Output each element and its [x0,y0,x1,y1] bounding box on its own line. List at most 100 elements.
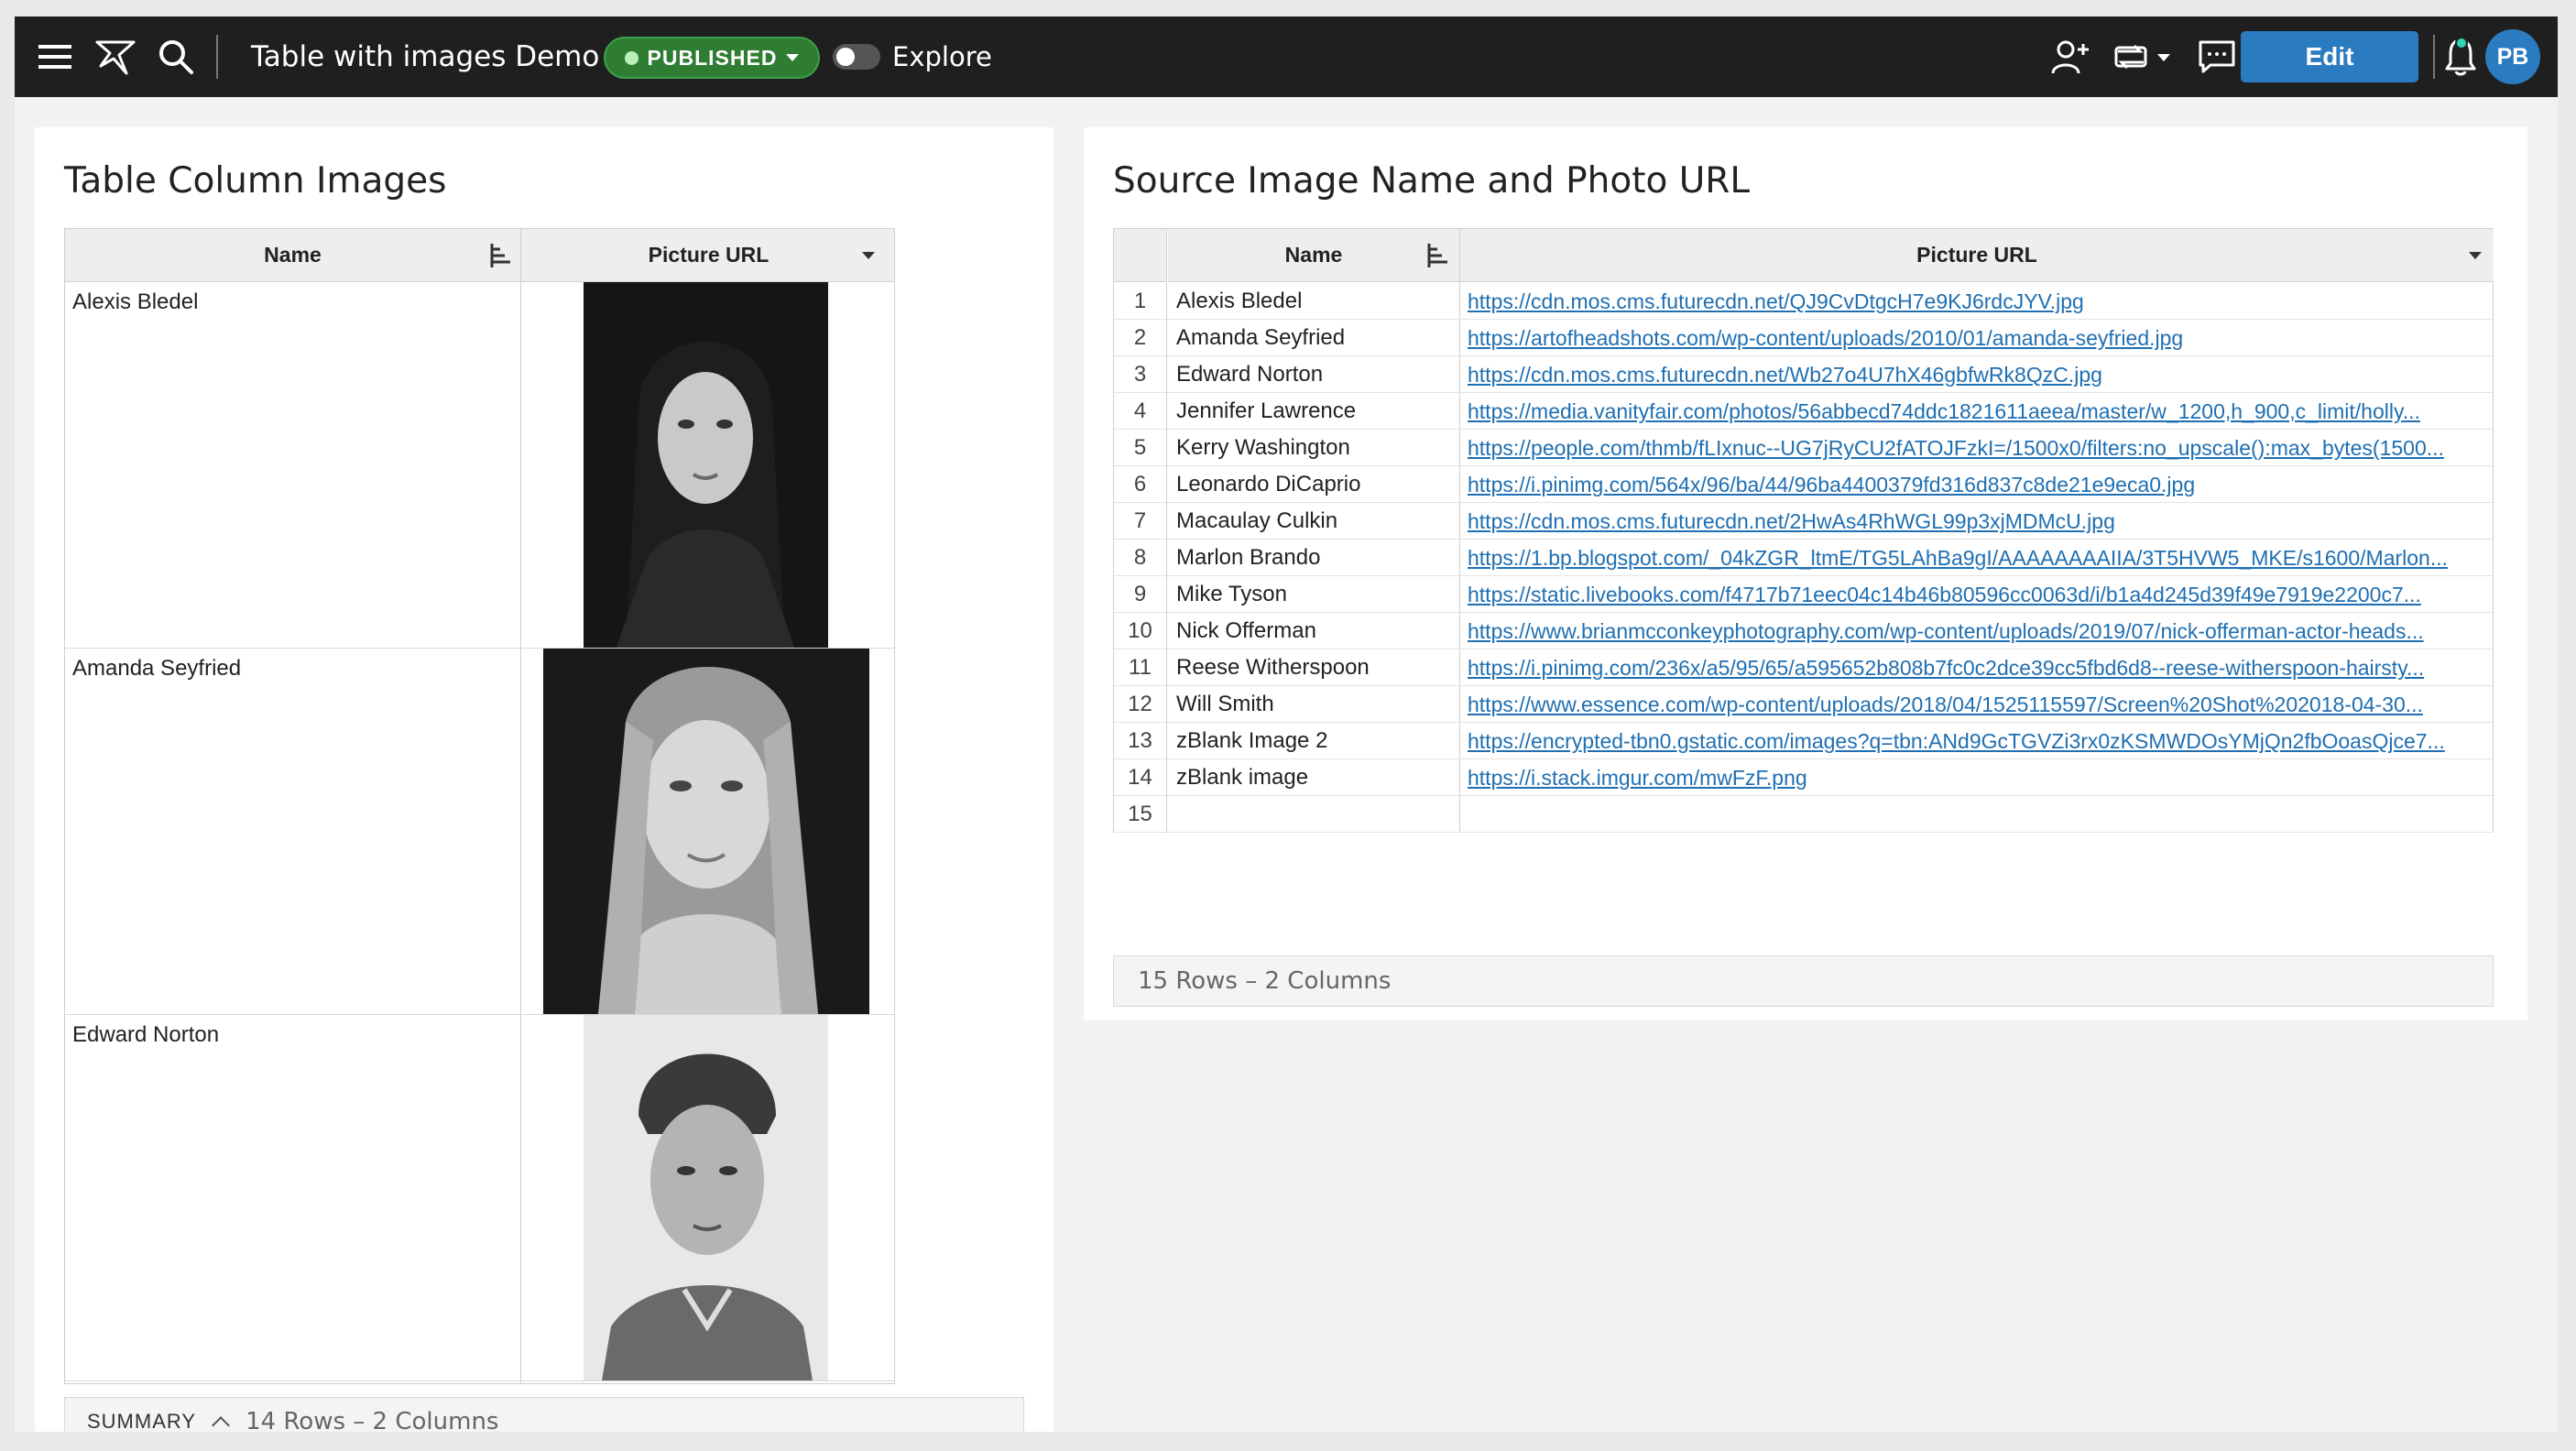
table-row[interactable]: 7 Macaulay Culkin https://cdn.mos.cms.futu… [1114,503,2493,540]
table-row[interactable]: 1 Alexis Bledel https://cdn.mos.cms.future… [1114,283,2493,320]
cell-name: Reese Witherspoon [1176,655,1370,680]
row-number: 3 [1114,356,1167,393]
cell-name: Jennifer Lawrence [1176,398,1357,423]
status-label: PUBLISHED [647,45,778,70]
explore-toggle[interactable] [833,44,880,70]
cell-picture-url-link[interactable]: https://static.livebooks.com/f4717b71eec… [1468,576,2486,613]
row-number: 15 [1114,796,1167,833]
edit-button[interactable]: Edit [2241,31,2418,82]
table-row[interactable]: 14 zBlank image https://i.stack.imgur.com/… [1114,759,2493,796]
cell-name: Amanda Seyfried [72,656,242,681]
cell-picture-url-link[interactable] [1468,796,2486,833]
table-row[interactable]: 11 Reese Witherspoon https://i.pinimg.com/… [1114,649,2493,686]
explore-label: Explore [892,41,992,72]
panel-title: Source Image Name and Photo URL [1113,160,1751,202]
cell-name: Macaulay Culkin [1176,508,1338,533]
search-icon[interactable] [148,29,203,84]
cell-picture-url-link[interactable]: https://i.pinimg.com/564x/96/ba/44/96ba4… [1468,466,2486,503]
status-dot-icon [624,50,639,65]
sort-icon[interactable] [1422,239,1455,272]
panel-title: Table Column Images [64,160,447,202]
cell-picture-url-link[interactable]: https://1.bp.blogspot.com/_04kZGR_ltmE/T… [1468,540,2486,576]
summary-bar[interactable]: SUMMARY 14 Rows – 2 Columns [64,1397,1024,1432]
document-title: Table with images Demo [251,40,600,73]
row-number: 4 [1114,393,1167,430]
chevron-down-icon [786,54,800,61]
table-row[interactable]: 8 Marlon Brando https://1.bp.blogspot.com/… [1114,540,2493,576]
share-user-icon[interactable] [2043,29,2098,84]
table-row[interactable]: 15 [1114,796,2493,833]
table-row[interactable]: 13 zBlank Image 2 https://encrypted-tbn0.g… [1114,723,2493,759]
status-badge[interactable]: PUBLISHED [604,37,820,79]
cell-name: Nick Offerman [1176,618,1316,643]
app-logo-icon[interactable] [88,29,143,84]
cell-picture-url-link[interactable]: https://encrypted-tbn0.gstatic.com/image… [1468,723,2486,759]
row-number: 7 [1114,503,1167,540]
cell-name: Marlon Brando [1176,545,1321,570]
cell-picture-url-link[interactable]: https://cdn.mos.cms.futurecdn.net/2HwAs4… [1468,503,2486,540]
cell-picture-url-link[interactable]: https://i.stack.imgur.com/mwFzF.png [1468,759,2486,796]
cell-picture-url-link[interactable]: https://cdn.mos.cms.futurecdn.net/Wb27o4… [1468,356,2486,393]
image-table: Name Picture URL Alexis Bledel Amanda Se… [64,228,895,1384]
chevron-up-icon[interactable] [212,1416,230,1432]
comment-icon[interactable] [2189,29,2244,84]
cell-name: Alexis Bledel [1176,289,1303,313]
column-header-name[interactable]: Name [1168,229,1459,282]
avatar[interactable]: PB [2485,29,2540,84]
row-number: 10 [1114,613,1167,649]
source-table-panel: Source Image Name and Photo URL Name Pic… [1084,127,2527,1020]
row-number: 14 [1114,759,1167,796]
table-row[interactable]: Amanda Seyfried [65,649,894,1015]
sort-icon[interactable] [485,239,518,272]
document-title-dropdown[interactable]: Table with images Demo [251,37,626,77]
cell-picture-url-link[interactable]: https://www.essence.com/wp-content/uploa… [1468,686,2486,723]
table-row[interactable]: 5 Kerry Washington https://people.com/thmb… [1114,430,2493,466]
table-row[interactable]: 10 Nick Offerman https://www.brianmcconkey… [1114,613,2493,649]
cell-name: Mike Tyson [1176,582,1287,606]
table-row[interactable]: 2 Amanda Seyfried https://artofheadshots.c… [1114,320,2493,356]
chevron-down-icon[interactable] [2469,252,2482,259]
row-number-header [1114,229,1167,282]
cell-picture-url-link[interactable]: https://cdn.mos.cms.futurecdn.net/QJ9CvD… [1468,283,2486,320]
cell-name: Kerry Washington [1176,435,1350,460]
row-number: 12 [1114,686,1167,723]
chevron-down-icon[interactable] [862,252,875,259]
table-row[interactable]: 9 Mike Tyson https://static.livebooks.com/… [1114,576,2493,613]
source-table: Name Picture URL 1 Alexis Bledel https://c… [1113,228,2494,833]
row-number: 13 [1114,723,1167,759]
notification-indicator [2455,37,2468,49]
row-number: 6 [1114,466,1167,503]
refresh-icon[interactable] [2103,29,2158,84]
cell-picture-url-link[interactable]: https://i.pinimg.com/236x/a5/95/65/a5956… [1468,649,2486,686]
cell-name: Alexis Bledel [72,289,199,314]
cell-picture-url-link[interactable]: https://people.com/thmb/fLIxnuc--UG7jRyC… [1468,430,2486,466]
summary-label: SUMMARY [87,1410,197,1432]
table-row[interactable]: 3 Edward Norton https://cdn.mos.cms.future… [1114,356,2493,393]
row-number: 9 [1114,576,1167,613]
table-row[interactable]: 6 Leonardo DiCaprio https://i.pinimg.com/5… [1114,466,2493,503]
table-row[interactable]: Edward Norton [65,1015,894,1381]
row-number: 1 [1114,283,1167,320]
app-window: Table with images Demo PUBLISHED Explore… [15,16,2558,1432]
portrait-photo [584,282,828,648]
cell-name: zBlank Image 2 [1176,728,1328,753]
menu-icon[interactable] [27,29,82,84]
table-row[interactable]: Alexis Bledel [65,282,894,649]
table-row[interactable]: 4 Jennifer Lawrence https://media.vanityfa… [1114,393,2493,430]
cell-name: Edward Norton [72,1022,220,1047]
table-images-panel: Table Column Images Name Picture URL Ale… [35,127,1053,1432]
cell-name: zBlank image [1176,765,1309,790]
column-header-name[interactable]: Name [65,229,520,282]
row-count: 14 Rows – 2 Columns [246,1408,499,1432]
row-count: 15 Rows – 2 Columns [1113,955,2494,1007]
column-header-picture-url[interactable]: Picture URL [521,229,894,282]
cell-picture-url-link[interactable]: https://media.vanityfair.com/photos/56ab… [1468,393,2486,430]
column-header-picture-url[interactable]: Picture URL [1460,229,2494,282]
cell-picture-url-link[interactable]: https://artofheadshots.com/wp-content/up… [1468,320,2486,356]
cell-picture-url-link[interactable]: https://www.brianmcconkeyphotography.com… [1468,613,2486,649]
cell-name: Leonardo DiCaprio [1176,472,1361,496]
row-number: 5 [1114,430,1167,466]
table-row[interactable]: 12 Will Smith https://www.essence.com/wp-c… [1114,686,2493,723]
chevron-down-icon[interactable] [2156,53,2171,62]
top-bar: Table with images Demo PUBLISHED Explore… [15,16,2558,97]
